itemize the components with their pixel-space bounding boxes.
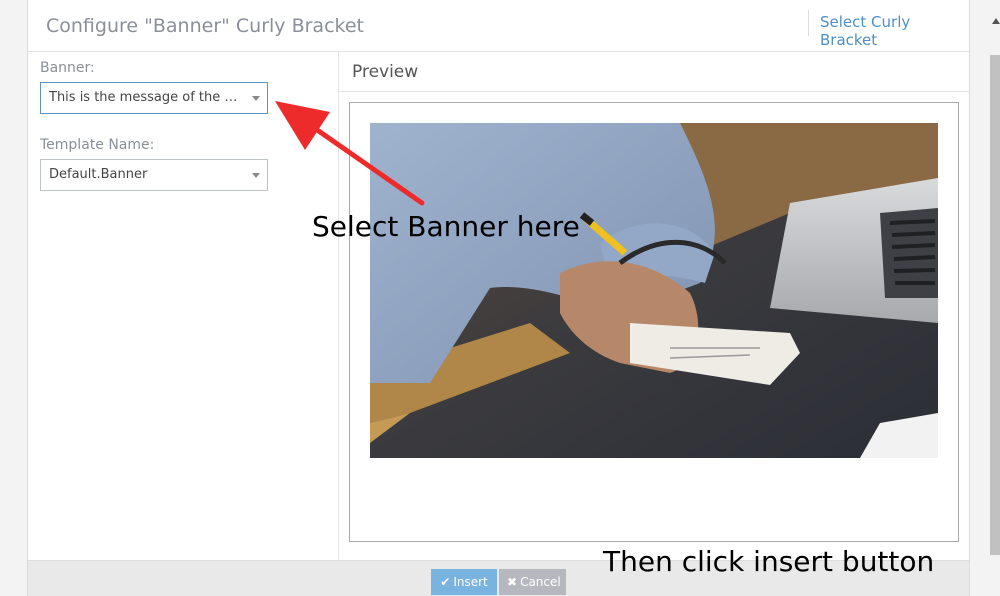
x-icon: ✖ [507, 575, 518, 589]
banner-select-value: This is the message of the ban... [49, 90, 262, 105]
click-insert-annotation: Then click insert button [603, 545, 935, 578]
template-name-select[interactable]: Default.Banner [40, 159, 268, 191]
dialog-title: Configure "Banner" Curly Bracket [46, 15, 364, 37]
dialog-header: Configure "Banner" Curly Bracket Select … [28, 0, 969, 52]
insert-button[interactable]: ✔ Insert [431, 569, 497, 595]
preview-pane: Preview [339, 52, 970, 560]
chevron-down-icon [252, 96, 260, 101]
scroll-up-icon[interactable] [992, 18, 1000, 24]
select-curly-bracket-link[interactable]: Select Curly Bracket [820, 13, 969, 49]
banner-preview-image [370, 123, 938, 458]
banner-photo [370, 123, 938, 458]
configure-dialog: Configure "Banner" Curly Bracket Select … [27, 0, 970, 596]
preview-frame [349, 102, 959, 542]
preview-header: Preview [339, 52, 970, 92]
template-name-label: Template Name: [40, 137, 155, 153]
preview-title: Preview [352, 62, 419, 82]
chevron-down-icon [252, 173, 260, 178]
options-pane: Banner: This is the message of the ban..… [28, 52, 339, 560]
cancel-label: Cancel [520, 575, 561, 589]
check-icon: ✔ [440, 575, 451, 589]
banner-select[interactable]: This is the message of the ban... [40, 82, 268, 114]
insert-label: Insert [453, 575, 488, 589]
scrollbar-thumb[interactable] [990, 55, 1000, 555]
template-select-value: Default.Banner [49, 167, 148, 182]
cancel-button[interactable]: ✖ Cancel [499, 569, 566, 595]
select-banner-annotation: Select Banner here [312, 210, 580, 243]
banner-label: Banner: [40, 60, 95, 76]
header-divider [808, 10, 809, 36]
